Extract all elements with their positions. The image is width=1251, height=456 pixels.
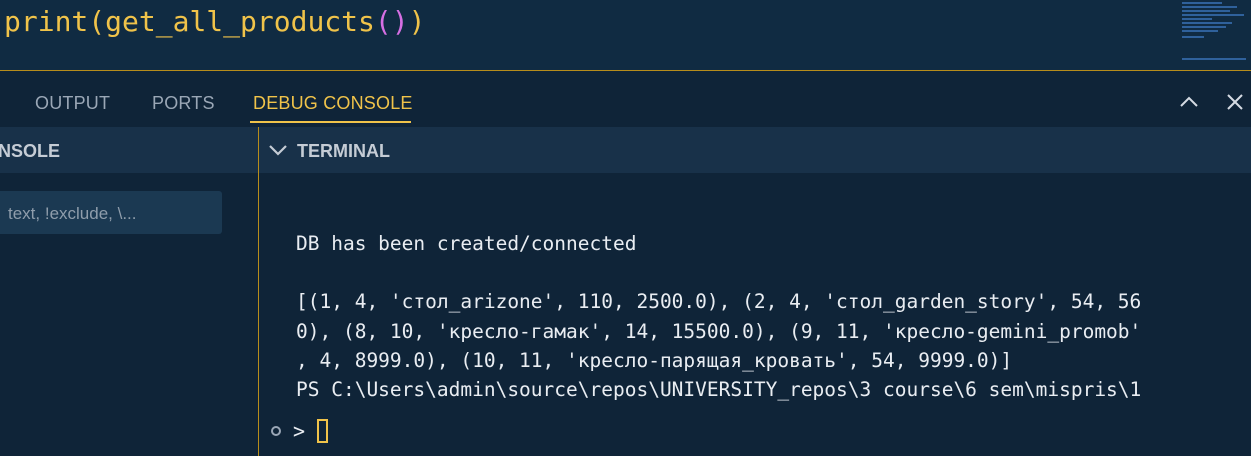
terminal-header[interactable]: TERMINAL — [259, 127, 1251, 173]
minimap-line — [1182, 30, 1218, 32]
command-status-icon[interactable] — [271, 426, 281, 436]
code-token-paren-open: ( — [88, 5, 106, 38]
minimap-line — [1182, 22, 1232, 24]
active-tab-indicator — [250, 121, 411, 123]
panel-tab-bar: OUTPUT PORTS DEBUG CONSOLE — [0, 71, 1251, 126]
terminal-prompt[interactable]: > — [271, 418, 329, 444]
tab-output[interactable]: OUTPUT — [35, 93, 110, 114]
bottom-panel: OUTPUT PORTS DEBUG CONSOLE NSOLE text, !… — [0, 70, 1251, 456]
minimap-line — [1182, 26, 1226, 28]
minimap[interactable] — [1178, 0, 1251, 70]
code-token-call: get_all_products — [105, 5, 375, 38]
terminal-line: , 4, 8999.0), (10, 11, 'кресло-парящая_к… — [296, 349, 1013, 372]
code-token-paren-close: ) — [408, 5, 426, 38]
prompt-symbol: > — [293, 419, 306, 443]
minimap-line — [1182, 2, 1222, 4]
code-token-inner-close: ) — [391, 5, 409, 38]
minimap-line — [1182, 6, 1237, 8]
close-panel-button[interactable] — [1222, 89, 1248, 115]
close-icon — [1227, 94, 1243, 110]
minimap-line — [1182, 18, 1212, 20]
terminal-line: PS C:\Users\admin\source\repos\UNIVERSIT… — [296, 378, 1142, 401]
vscode-window: print(get_all_products()) OUTPUT PORTS D… — [0, 0, 1251, 456]
terminal-cursor — [317, 419, 329, 443]
minimap-line — [1182, 10, 1230, 12]
minimap-line — [1182, 58, 1246, 60]
terminal-title: TERMINAL — [297, 141, 390, 161]
chevron-down-icon[interactable] — [267, 140, 289, 160]
maximize-panel-button[interactable] — [1176, 89, 1202, 115]
tab-ports[interactable]: PORTS — [152, 93, 215, 114]
minimap-line — [1182, 36, 1204, 38]
console-filter-input[interactable] — [6, 201, 220, 227]
code-token-print: print — [4, 5, 89, 38]
terminal-section: TERMINAL DB has been created/connected [… — [259, 127, 1251, 456]
tab-debug-console[interactable]: DEBUG CONSOLE — [253, 93, 413, 114]
code-token-inner-open: ( — [374, 5, 392, 38]
console-filter-box[interactable] — [0, 191, 222, 234]
code-line[interactable]: print(get_all_products()) — [4, 2, 425, 42]
debug-console-header[interactable]: NSOLE — [0, 127, 258, 173]
editor-area[interactable]: print(get_all_products()) — [0, 0, 1251, 70]
terminal-line: DB has been created/connected — [296, 232, 637, 255]
terminal-line: [(1, 4, 'стол_arizone', 110, 2500.0), (2… — [296, 290, 1142, 313]
debug-console-section: NSOLE — [0, 127, 259, 456]
terminal-line: 0), (8, 10, 'кресло-гамак', 14, 15500.0)… — [296, 320, 1142, 343]
chevron-up-icon — [1180, 96, 1198, 107]
minimap-line — [1182, 14, 1244, 16]
debug-console-title: NSOLE — [0, 141, 61, 161]
